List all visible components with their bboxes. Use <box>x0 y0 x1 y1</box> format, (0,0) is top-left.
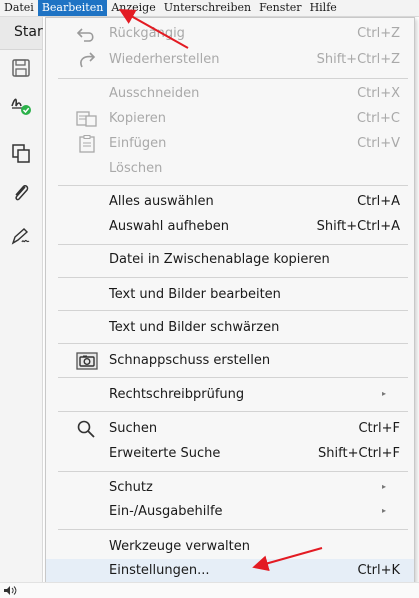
menu-item-paste[interactable]: Einfügen Ctrl+V <box>46 132 414 156</box>
menu-item-advanced-search[interactable]: Erweiterte Suche Shift+Ctrl+F <box>46 442 414 466</box>
menu-item-manage-tools[interactable]: Werkzeuge verwalten <box>46 535 414 559</box>
menu-item-preferences[interactable]: Einstellungen... Ctrl+K <box>46 559 414 583</box>
copy-file-label: Datei in Zwischenablage kopieren <box>109 252 330 267</box>
preferences-label: Einstellungen... <box>109 563 210 578</box>
menu-item-search[interactable]: Suchen Ctrl+F <box>46 417 414 441</box>
submenu-arrow-icon: ▸ <box>381 506 386 515</box>
start-tab-label: Star <box>14 24 43 40</box>
snapshot-label: Schnappschuss erstellen <box>109 353 271 368</box>
speaker-icon[interactable] <box>3 585 17 596</box>
separator <box>58 277 408 278</box>
redo-label: Wiederherstellen <box>109 52 220 67</box>
separator <box>58 310 408 311</box>
paste-shortcut: Ctrl+V <box>357 136 400 151</box>
camera-icon <box>76 352 98 370</box>
menu-item-undo[interactable]: Rückgängig Ctrl+Z <box>46 22 414 46</box>
separator <box>58 529 408 530</box>
deselect-shortcut: Shift+Ctrl+A <box>316 219 400 234</box>
submenu-arrow-icon: ▸ <box>381 389 386 398</box>
menu-item-accessibility[interactable]: Ein-/Ausgabehilfe ▸ <box>46 500 414 524</box>
select-all-shortcut: Ctrl+A <box>357 194 400 209</box>
menu-anzeige[interactable]: Anzeige <box>107 0 159 16</box>
menu-item-redact[interactable]: Text und Bilder schwärzen <box>46 316 414 340</box>
redact-label: Text und Bilder schwärzen <box>109 320 280 335</box>
search-icon <box>77 420 95 438</box>
paste-label: Einfügen <box>109 136 167 151</box>
deselect-label: Auswahl aufheben <box>109 219 229 234</box>
menu-item-cut[interactable]: Ausschneiden Ctrl+X <box>46 82 414 106</box>
submenu-arrow-icon: ▸ <box>381 482 386 491</box>
redo-shortcut: Shift+Ctrl+Z <box>316 52 400 67</box>
copy-label: Kopieren <box>109 111 166 126</box>
copy-icon <box>76 111 97 127</box>
menu-item-protection[interactable]: Schutz ▸ <box>46 476 414 500</box>
preferences-shortcut: Ctrl+K <box>357 563 400 578</box>
separator <box>58 78 408 79</box>
accessibility-label: Ein-/Ausgabehilfe <box>109 504 223 519</box>
edit-text-label: Text und Bilder bearbeiten <box>109 287 281 302</box>
spellcheck-label: Rechtschreibprüfung <box>109 387 245 402</box>
select-all-label: Alles auswählen <box>109 194 214 209</box>
paperclip-icon[interactable] <box>10 182 32 204</box>
undo-label: Rückgängig <box>109 26 185 41</box>
search-shortcut: Ctrl+F <box>358 421 400 436</box>
left-toolbar: Star <box>0 17 43 582</box>
redo-icon <box>80 52 96 68</box>
copy-shortcut: Ctrl+C <box>356 111 400 126</box>
edit-menu-dropdown: Rückgängig Ctrl+Z Wiederherstellen Shift… <box>45 17 415 584</box>
manage-tools-label: Werkzeuge verwalten <box>109 539 250 554</box>
menu-datei[interactable]: Datei <box>0 0 38 16</box>
menu-item-snapshot[interactable]: Schnappschuss erstellen <box>46 349 414 373</box>
paste-icon <box>79 135 95 153</box>
signature-pen-icon[interactable] <box>10 225 32 247</box>
menu-hilfe[interactable]: Hilfe <box>306 0 341 16</box>
advanced-search-shortcut: Shift+Ctrl+F <box>318 446 400 461</box>
menu-item-select-all[interactable]: Alles auswählen Ctrl+A <box>46 190 414 214</box>
separator <box>58 185 408 186</box>
sign-icon[interactable] <box>10 94 32 116</box>
menu-item-edit-text-images[interactable]: Text und Bilder bearbeiten <box>46 283 414 307</box>
separator <box>58 343 408 344</box>
menu-bearbeiten[interactable]: Bearbeiten <box>37 0 108 16</box>
separator <box>58 377 408 378</box>
delete-label: Löschen <box>109 161 163 176</box>
save-icon[interactable] <box>10 57 32 79</box>
menu-item-redo[interactable]: Wiederherstellen Shift+Ctrl+Z <box>46 48 414 72</box>
cut-label: Ausschneiden <box>109 86 200 101</box>
status-bar <box>0 582 419 598</box>
separator <box>58 471 408 472</box>
protection-label: Schutz <box>109 480 153 495</box>
cut-shortcut: Ctrl+X <box>357 86 400 101</box>
start-tab[interactable]: Star <box>0 17 43 50</box>
menu-unterschreiben[interactable]: Unterschreiben <box>160 0 255 16</box>
menu-item-spellcheck[interactable]: Rechtschreibprüfung ▸ <box>46 383 414 407</box>
separator <box>58 244 408 245</box>
menu-item-copy[interactable]: Kopieren Ctrl+C <box>46 107 414 131</box>
menu-item-delete[interactable]: Löschen <box>46 157 414 181</box>
undo-icon <box>76 28 94 42</box>
menu-item-deselect[interactable]: Auswahl aufheben Shift+Ctrl+A <box>46 215 414 239</box>
menu-fenster[interactable]: Fenster <box>255 0 305 16</box>
separator <box>58 411 408 412</box>
search-label: Suchen <box>109 421 158 436</box>
menu-bar: Datei Bearbeiten Anzeige Unterschreiben … <box>0 0 419 17</box>
advanced-search-label: Erweiterte Suche <box>109 446 221 461</box>
menu-item-copy-file[interactable]: Datei in Zwischenablage kopieren <box>46 248 414 272</box>
undo-shortcut: Ctrl+Z <box>357 26 400 41</box>
copy-pages-icon[interactable] <box>10 142 32 164</box>
